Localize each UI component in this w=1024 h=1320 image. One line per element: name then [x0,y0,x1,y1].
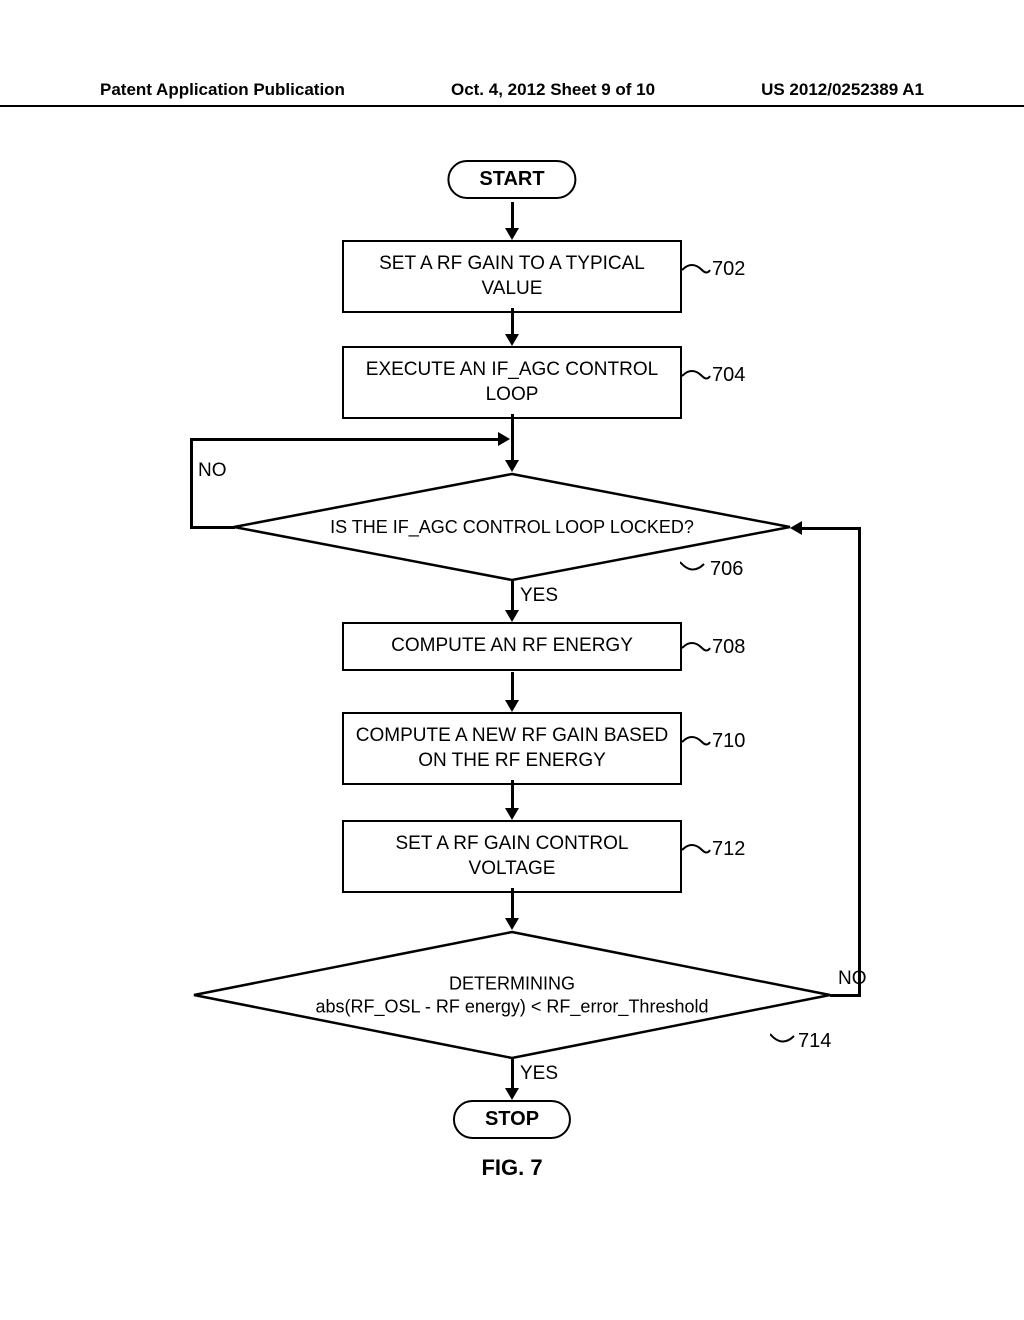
arrowhead-704-706 [505,460,519,472]
stop-label: STOP [485,1108,539,1130]
ref-curve-706 [680,558,710,582]
ref-708: 708 [712,636,745,659]
arrowhead-708-710 [505,700,519,712]
ref-curve-702 [682,260,712,280]
decision-714-line1: DETERMINING [449,974,575,994]
arrow-712-714 [511,888,514,920]
arrowhead-710-712 [505,808,519,820]
ref-714: 714 [798,1030,831,1053]
header-right: US 2012/0252389 A1 [761,80,924,100]
arrow-708-710 [511,672,514,702]
arrow-702-704 [511,308,514,336]
ref-curve-708 [682,638,712,658]
process-708-text: COMPUTE AN RF ENERGY [391,635,633,656]
arrowhead-no-loop [498,432,510,446]
decision-706-text: IS THE IF_AGC CONTROL LOOP LOCKED? [260,516,764,539]
arrowhead-702-704 [505,334,519,346]
ref-curve-712 [682,840,712,860]
ref-702: 702 [712,258,745,281]
arrowhead-714-stop [505,1088,519,1100]
process-710: COMPUTE A NEW RF GAIN BASED ON THE RF EN… [342,712,682,785]
decision-714-line2: abs(RF_OSL - RF energy) < RF_error_Thres… [316,996,709,1016]
process-704-text: EXECUTE AN IF_AGC CONTROL LOOP [366,359,658,405]
header-center: Oct. 4, 2012 Sheet 9 of 10 [451,80,655,100]
terminal-start: START [447,160,576,199]
process-702-text: SET A RF GAIN TO A TYPICAL VALUE [379,253,645,299]
ref-curve-714 [770,1030,800,1054]
arrowhead-no714 [790,521,802,535]
edge-yes-714: YES [520,1063,558,1085]
ref-710: 710 [712,730,745,753]
no-loop-h2 [190,438,500,441]
figure-caption: FIG. 7 [481,1155,542,1181]
arrowhead-start-702 [505,228,519,240]
ref-712: 712 [712,838,745,861]
ref-curve-704 [682,366,712,386]
arrowhead-706-708 [505,610,519,622]
terminal-stop: STOP [453,1100,571,1139]
process-712-text: SET A RF GAIN CONTROL VOLTAGE [396,833,629,879]
edge-yes-706: YES [520,585,558,607]
no714-h2 [800,527,860,530]
ref-704: 704 [712,364,745,387]
no-loop-v [190,438,193,528]
edge-no-706: NO [198,460,227,482]
arrow-706-708 [511,580,514,612]
ref-706: 706 [710,558,743,581]
process-702: SET A RF GAIN TO A TYPICAL VALUE [342,240,682,313]
process-712: SET A RF GAIN CONTROL VOLTAGE [342,820,682,893]
process-710-text: COMPUTE A NEW RF GAIN BASED ON THE RF EN… [356,725,669,771]
start-label: START [479,168,544,190]
decision-714-text: DETERMINING abs(RF_OSL - RF energy) < RF… [224,973,800,1018]
edge-no-714: NO [838,968,867,990]
no714-h1 [830,994,860,997]
no-loop-h1 [190,526,235,529]
arrow-714-stop [511,1058,514,1090]
no714-v [858,527,861,997]
process-704: EXECUTE AN IF_AGC CONTROL LOOP [342,346,682,419]
decision-714: DETERMINING abs(RF_OSL - RF energy) < RF… [192,930,832,1060]
arrow-start-702 [511,202,514,230]
ref-curve-710 [682,732,712,752]
patent-header: Patent Application Publication Oct. 4, 2… [0,80,1024,107]
arrow-710-712 [511,780,514,810]
arrowhead-712-714 [505,918,519,930]
process-708: COMPUTE AN RF ENERGY [342,622,682,671]
arrow-704-706 [511,414,514,462]
header-left: Patent Application Publication [100,80,345,100]
